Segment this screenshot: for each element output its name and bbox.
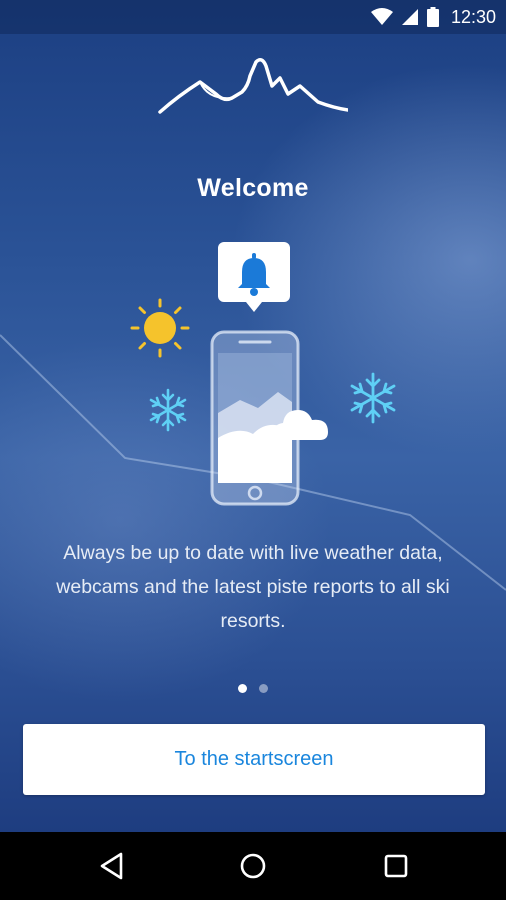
welcome-title: Welcome (197, 174, 309, 202)
status-bar: 12:30 (0, 0, 506, 34)
home-button[interactable] (237, 850, 269, 882)
page-indicator-dot-active[interactable] (238, 684, 247, 693)
snowflake-icon (149, 388, 187, 432)
mountain-logo-icon (158, 58, 348, 114)
recents-button[interactable] (380, 850, 412, 882)
battery-icon (426, 7, 439, 27)
sun-icon (130, 298, 190, 358)
onboarding-description: Always be up to date with live weather d… (56, 542, 450, 632)
snowflake-icon (350, 372, 396, 424)
page-indicator (0, 684, 506, 693)
to-startscreen-button[interactable]: To the startscreen (23, 724, 485, 795)
status-time: 12:30 (450, 6, 496, 27)
bell-notification-icon (218, 242, 290, 312)
navigation-bar (0, 832, 506, 900)
onboarding-illustration (130, 242, 396, 506)
page-indicator-dot[interactable] (259, 684, 268, 693)
wifi-icon (370, 8, 393, 25)
back-button[interactable] (97, 850, 129, 882)
cellular-signal-icon (401, 9, 418, 25)
